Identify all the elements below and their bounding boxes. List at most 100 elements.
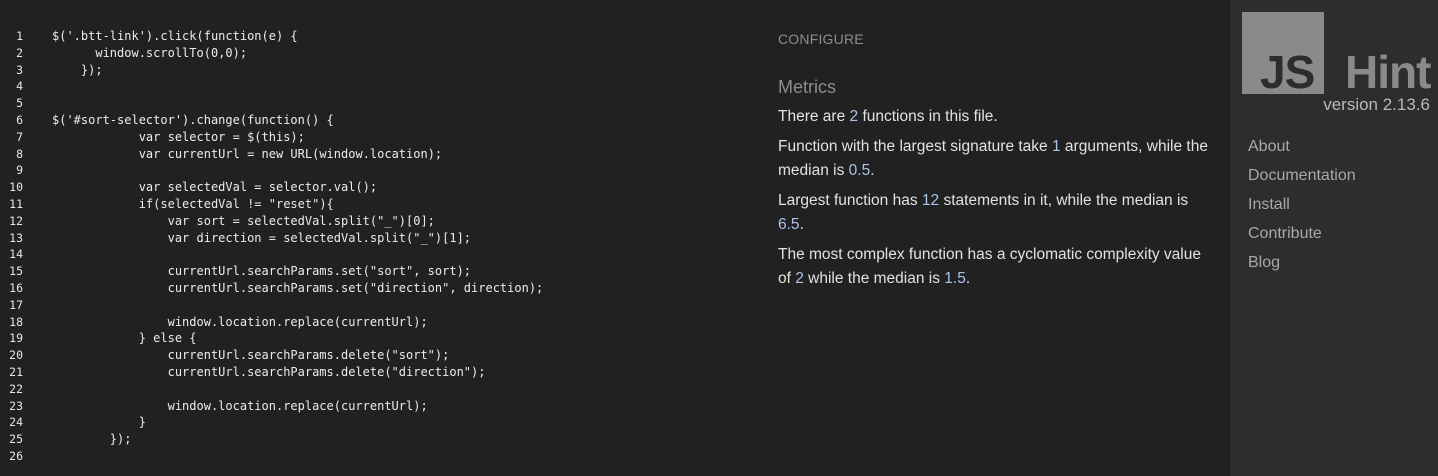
code-text: }); <box>52 62 103 79</box>
jshint-logo[interactable]: JS Hint <box>1242 12 1432 98</box>
line-number: 4 <box>16 79 23 94</box>
code-line: 20 currentUrl.searchParams.delete("sort"… <box>0 347 760 364</box>
nav-item-about[interactable]: About <box>1248 136 1356 165</box>
code-content: } <box>138 415 146 430</box>
code-line: 7 var selector = $(this); <box>0 129 760 146</box>
metric-text: Function with the largest signature take <box>778 138 1052 155</box>
code-content: var selector = $(this); <box>138 129 305 144</box>
nav-item-blog[interactable]: Blog <box>1248 252 1356 281</box>
metrics-heading: Metrics <box>778 77 836 97</box>
report-panel: CONFIGURE Metrics There are 2 functions … <box>778 28 1218 291</box>
functions-count-value: 2 <box>849 108 859 125</box>
largest-signature-value: 1 <box>1051 138 1061 155</box>
code-content: window.scrollTo(0,0); <box>95 45 248 60</box>
nav-item-contribute[interactable]: Contribute <box>1248 223 1356 252</box>
metric-signature: Function with the largest signature take… <box>778 135 1218 183</box>
line-number: 26 <box>9 448 23 463</box>
signature-median-value: 0.5 <box>848 162 871 179</box>
code-content: window.location.replace(currentUrl); <box>167 314 428 329</box>
metric-text: statements in it, while the median is <box>939 192 1189 209</box>
line-number: 10 <box>9 180 23 195</box>
code-line: 10 var selectedVal = selector.val(); <box>0 179 760 196</box>
code-editor[interactable]: 1 $('.btt-link').click(function(e) { 2 win… <box>0 28 760 476</box>
line-number: 21 <box>9 364 23 379</box>
line-number: 20 <box>9 348 23 363</box>
code-content: currentUrl.searchParams.set("sort", sort… <box>167 264 472 279</box>
complexity-value: 2 <box>795 270 804 287</box>
code-line: 14 <box>0 246 760 263</box>
code-line: 12 var sort = selectedVal.split("_")[0]; <box>0 213 760 230</box>
code-text: $('#sort-selector').change(function() { <box>52 112 334 129</box>
code-text: var direction = selectedVal.split("_")[1… <box>52 230 471 247</box>
code-text: currentUrl.searchParams.set("direction",… <box>52 280 544 297</box>
code-line: 16 currentUrl.searchParams.set("directio… <box>0 280 760 297</box>
code-line: 17 <box>0 297 760 314</box>
metric-text: Largest function has <box>778 192 922 209</box>
metric-text: while the median is <box>803 270 945 287</box>
code-content: if(selectedVal != "reset"){ <box>138 196 334 211</box>
line-number: 8 <box>16 146 23 161</box>
line-number: 5 <box>16 96 23 111</box>
code-line: 23 window.location.replace(currentUrl); <box>0 398 760 415</box>
version-label: version 2.13.6 <box>1323 95 1430 114</box>
code-line: 25 }); <box>0 431 760 448</box>
code-line: 8 var currentUrl = new URL(window.locati… <box>0 146 760 163</box>
code-line: 13 var direction = selectedVal.split("_"… <box>0 230 760 247</box>
statements-median-value: 6.5 <box>778 216 800 233</box>
code-text: } <box>52 414 146 431</box>
nav-item-install[interactable]: Install <box>1248 194 1356 223</box>
configure-link[interactable]: CONFIGURE <box>778 30 1218 48</box>
code-line: 3 }); <box>0 62 760 79</box>
logo-js-text: JS <box>1260 46 1315 98</box>
code-content: currentUrl.searchParams.delete("directio… <box>167 364 486 379</box>
code-line: 6 $('#sort-selector').change(function() { <box>0 112 760 129</box>
metric-text: . <box>799 216 804 233</box>
code-line: 19 } else { <box>0 330 760 347</box>
code-line: 18 window.location.replace(currentUrl); <box>0 314 760 331</box>
code-content: var selectedVal = selector.val(); <box>138 180 378 195</box>
metric-text: . <box>870 162 875 179</box>
nav-item-documentation[interactable]: Documentation <box>1248 165 1356 194</box>
code-line: 22 <box>0 381 760 398</box>
line-number: 25 <box>9 432 23 447</box>
line-number: 15 <box>9 264 23 279</box>
code-text: if(selectedVal != "reset"){ <box>52 196 334 213</box>
line-number: 6 <box>16 112 23 127</box>
line-number: 24 <box>9 415 23 430</box>
code-line: 5 <box>0 95 760 112</box>
code-text: currentUrl.searchParams.set("sort", sort… <box>52 263 471 280</box>
line-number: 1 <box>16 29 23 43</box>
line-number: 13 <box>9 230 23 245</box>
code-text: $('.btt-link').click(function(e) { <box>52 28 298 45</box>
line-number: 2 <box>16 45 23 60</box>
code-text: window.scrollTo(0,0); <box>52 45 247 62</box>
code-line: 4 <box>0 78 760 95</box>
code-content: $('.btt-link').click(function(e) { <box>52 29 298 43</box>
code-text: currentUrl.searchParams.delete("directio… <box>52 364 486 381</box>
code-text: window.location.replace(currentUrl); <box>52 398 428 415</box>
line-number: 7 <box>16 129 23 144</box>
code-content: var sort = selectedVal.split("_")[0]; <box>167 213 435 228</box>
code-text: var sort = selectedVal.split("_")[0]; <box>52 213 435 230</box>
line-number: 17 <box>9 297 23 312</box>
code-text: } else { <box>52 330 197 347</box>
line-number: 9 <box>16 163 23 178</box>
logo-hint-text: Hint <box>1345 46 1431 98</box>
code-text: window.location.replace(currentUrl); <box>52 314 428 331</box>
code-content: } else { <box>138 331 197 346</box>
code-text: }); <box>52 431 132 448</box>
code-line: 2 window.scrollTo(0,0); <box>0 45 760 62</box>
metric-text: . <box>965 270 971 287</box>
